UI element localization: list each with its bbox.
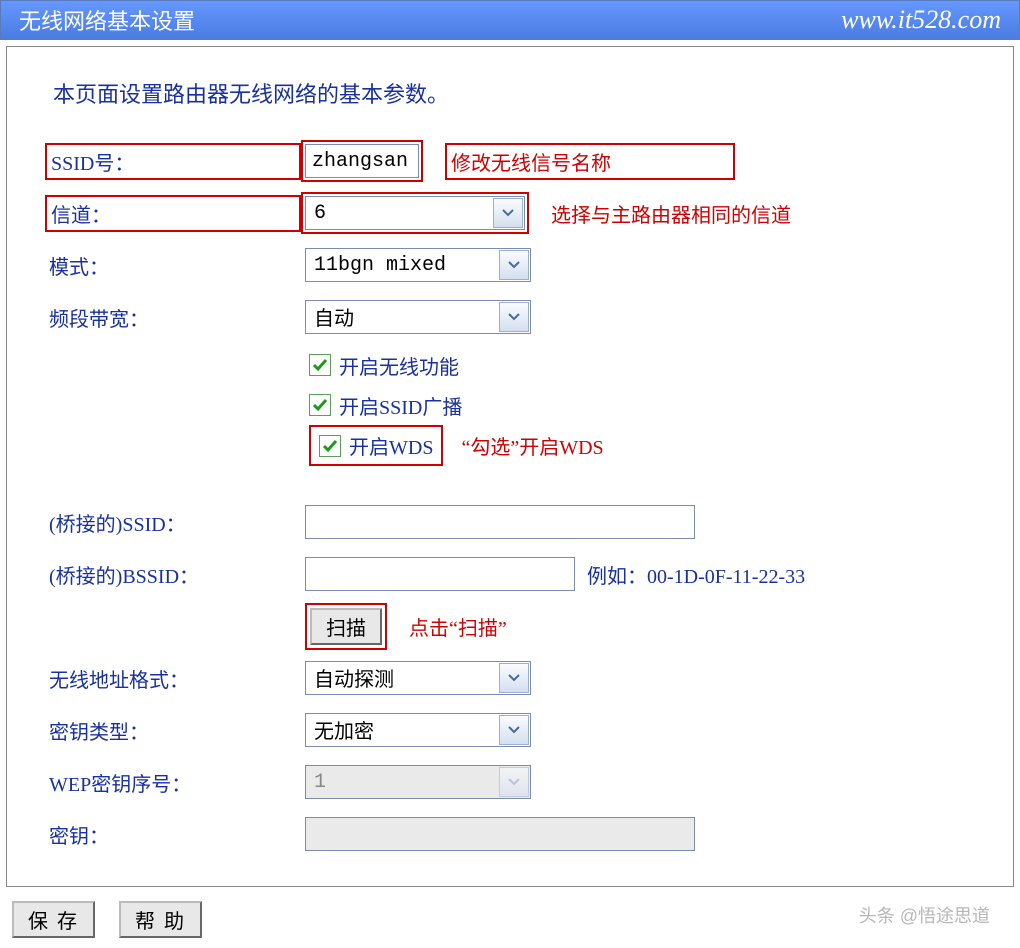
hint-bssid: 例如：00-1D-0F-11-22-33 [587, 560, 805, 589]
row-key: 密钥： [45, 810, 975, 858]
row-mode: 模式： 11bgn mixed [45, 241, 975, 289]
title: 无线网络基本设置 [19, 4, 195, 36]
label-bridge-ssid: (桥接的)SSID： [45, 508, 305, 537]
label-bandwidth: 频段带宽： [45, 303, 305, 332]
label-bridge-bssid: (桥接的)BSSID： [45, 560, 305, 589]
row-cb-wds: 开启WDS “勾选”开启WDS [309, 425, 975, 466]
intro-text: 本页面设置路由器无线网络的基本参数。 [53, 77, 975, 109]
titlebar: 无线网络基本设置 www.it528.com [0, 0, 1020, 40]
row-channel: 信道： 6 选择与主路由器相同的信道 [45, 189, 975, 237]
settings-panel: 本页面设置路由器无线网络的基本参数。 SSID号： 修改无线信号名称 信道： 6… [6, 46, 1014, 887]
label-key-type: 密钥类型： [45, 716, 305, 745]
row-bridge-ssid: (桥接的)SSID： [45, 498, 975, 546]
save-button[interactable]: 保 存 [12, 901, 95, 938]
note-scan: 点击“扫描” [409, 612, 507, 641]
note-wds: “勾选”开启WDS [461, 431, 603, 460]
label-key: 密钥： [45, 820, 305, 849]
note-channel: 选择与主路由器相同的信道 [551, 199, 791, 228]
addr-fmt-select[interactable]: 自动探测 [305, 661, 531, 695]
chevron-down-icon [499, 715, 529, 745]
checkbox-ssid[interactable] [309, 394, 331, 416]
bridge-ssid-input[interactable] [305, 505, 695, 539]
row-scan: 扫描 点击“扫描” [45, 602, 975, 650]
label-mode: 模式： [45, 251, 305, 280]
chevron-down-icon [499, 663, 529, 693]
bandwidth-select[interactable]: 自动 [305, 300, 531, 334]
key-type-select[interactable]: 无加密 [305, 713, 531, 747]
cb-wds-label: 开启WDS [349, 431, 433, 460]
row-addr-fmt: 无线地址格式： 自动探测 [45, 654, 975, 702]
label-wep-idx: WEP密钥序号： [45, 768, 305, 797]
row-key-type: 密钥类型： 无加密 [45, 706, 975, 754]
row-wep-idx: WEP密钥序号： 1 [45, 758, 975, 806]
row-bandwidth: 频段带宽： 自动 [45, 293, 975, 341]
mode-select[interactable]: 11bgn mixed [305, 248, 531, 282]
scan-button[interactable]: 扫描 [310, 608, 382, 645]
row-bridge-bssid: (桥接的)BSSID： 例如：00-1D-0F-11-22-33 [45, 550, 975, 598]
key-input [305, 817, 695, 851]
row-ssid: SSID号： 修改无线信号名称 [45, 137, 975, 185]
cb-ssid-label: 开启SSID广播 [339, 391, 462, 420]
bridge-bssid-input[interactable] [305, 557, 575, 591]
chevron-down-icon [499, 250, 529, 280]
note-ssid: 修改无线信号名称 [445, 143, 735, 180]
cb-wireless-label: 开启无线功能 [339, 351, 459, 380]
row-cb-ssid: 开启SSID广播 [309, 385, 975, 425]
channel-select[interactable]: 6 [305, 196, 525, 230]
wep-idx-select: 1 [305, 765, 531, 799]
site-url: www.it528.com [841, 5, 1001, 35]
checkbox-wds[interactable] [319, 435, 341, 457]
checkbox-wireless[interactable] [309, 354, 331, 376]
label-channel: 信道： [45, 195, 301, 232]
chevron-down-icon [493, 198, 523, 228]
chevron-down-icon [499, 302, 529, 332]
label-addr-fmt: 无线地址格式： [45, 664, 305, 693]
ssid-input[interactable] [305, 144, 419, 178]
watermark: 头条 @悟途思道 [859, 902, 990, 928]
help-button[interactable]: 帮 助 [119, 901, 202, 938]
chevron-down-icon [499, 767, 529, 797]
row-cb-wireless: 开启无线功能 [309, 345, 975, 385]
label-ssid: SSID号： [45, 143, 301, 180]
